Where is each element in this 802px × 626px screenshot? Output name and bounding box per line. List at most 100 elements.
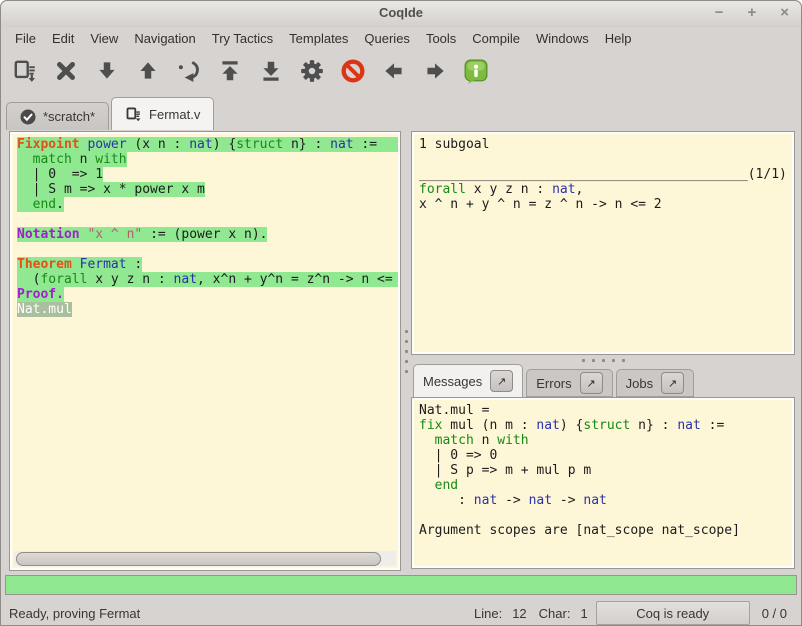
tab-label: Jobs [626, 376, 653, 391]
editor-code[interactable]: Fixpoint power (x n : nat) {struct n} : … [12, 134, 398, 317]
close-buffer-button[interactable] [52, 57, 80, 85]
detach-jobs-button[interactable]: ↗ [661, 372, 684, 394]
goto-cursor-button[interactable] [175, 57, 203, 85]
menu-navigation[interactable]: Navigation [126, 29, 203, 48]
progress-bar [5, 575, 797, 595]
info-bubble-icon [463, 58, 489, 84]
about-button[interactable] [462, 57, 490, 85]
previous-button[interactable] [380, 57, 408, 85]
coq-status-button[interactable]: Coq is ready [596, 601, 750, 625]
gear-icon [299, 58, 325, 84]
messages-tab-bar: Messages ↗ Errors ↗ Jobs ↗ [411, 365, 795, 397]
detach-icon: ↗ [668, 377, 677, 390]
code-line: fix mul (n m : nat) {struct n} : nat := [419, 418, 792, 433]
menu-compile[interactable]: Compile [464, 29, 528, 48]
next-button[interactable] [421, 57, 449, 85]
interrupt-button[interactable] [339, 57, 367, 85]
code-line: Argument scopes are [nat_scope nat_scope… [419, 523, 792, 538]
window-title: CoqIde [1, 5, 801, 20]
tab-label: Fermat.v [149, 107, 200, 122]
status-message: Ready, proving Fermat [1, 606, 140, 621]
tab-label: *scratch* [43, 109, 95, 124]
save-button[interactable] [11, 57, 39, 85]
code-line: end [419, 478, 792, 493]
char-label: Char: [539, 606, 571, 621]
detach-icon: ↗ [497, 375, 506, 388]
minimize-button[interactable]: − [715, 4, 724, 22]
tab-label: Errors [536, 376, 571, 391]
status-bar: Ready, proving Fermat Line: 12 Char: 1 C… [1, 599, 801, 626]
coqide-window: CoqIde − + × File Edit View Navigation T… [0, 0, 802, 626]
messages-pane[interactable]: Nat.mul =fix mul (n m : nat) {struct n} … [414, 400, 792, 566]
check-circle-icon [20, 109, 36, 125]
document-tab-bar: *scratch* Fermat.v [1, 93, 801, 130]
code-line [419, 152, 792, 167]
tab-messages[interactable]: Messages ↗ [413, 364, 523, 397]
code-line: | S p => m + mul p m [419, 463, 792, 478]
messages-code: Nat.mul =fix mul (n m : nat) {struct n} … [414, 400, 792, 538]
code-line: Nat.mul [17, 302, 398, 317]
detach-icon: ↗ [587, 377, 596, 390]
step-forward-button[interactable] [93, 57, 121, 85]
tab-fermat[interactable]: Fermat.v [111, 97, 214, 130]
go-to-end-button[interactable] [257, 57, 285, 85]
messages-frame: Nat.mul =fix mul (n m : nat) {struct n} … [411, 397, 795, 569]
tab-errors[interactable]: Errors ↗ [526, 369, 612, 397]
toolbar [1, 49, 801, 93]
editor-hscrollbar[interactable] [14, 551, 396, 566]
tab-jobs[interactable]: Jobs ↗ [616, 369, 694, 397]
vertical-splitter[interactable] [401, 131, 411, 571]
goto-cursor-icon [176, 58, 202, 84]
code-line: : nat -> nat -> nat [419, 493, 792, 508]
save-icon [125, 106, 142, 123]
arrow-up-icon [135, 58, 161, 84]
code-line: Fixpoint power (x n : nat) {struct n} : … [17, 137, 398, 152]
code-line: x ^ n + y ^ n = z ^ n -> n <= 2 [419, 197, 792, 212]
fully-check-button[interactable] [298, 57, 326, 85]
editor-frame: Fixpoint power (x n : nat) {struct n} : … [9, 131, 401, 571]
code-line: Nat.mul = [419, 403, 792, 418]
save-icon [12, 58, 38, 84]
menu-try-tactics[interactable]: Try Tactics [204, 29, 281, 48]
restart-button[interactable] [216, 57, 244, 85]
code-line: 1 subgoal [419, 137, 792, 152]
menu-templates[interactable]: Templates [281, 29, 356, 48]
line-value: 12 [512, 606, 526, 621]
step-backward-button[interactable] [134, 57, 162, 85]
tab-label: Messages [423, 374, 482, 389]
menu-bar: File Edit View Navigation Try Tactics Te… [1, 27, 801, 49]
code-line: ________________________________________… [419, 167, 792, 182]
close-button[interactable]: × [780, 4, 789, 22]
hscrollbar-thumb[interactable] [16, 552, 381, 566]
menu-tools[interactable]: Tools [418, 29, 464, 48]
code-line [17, 212, 398, 227]
title-bar[interactable]: CoqIde − + × [1, 1, 801, 27]
code-line: Theorem Fermat : [17, 257, 398, 272]
menu-file[interactable]: File [7, 29, 44, 48]
menu-help[interactable]: Help [597, 29, 640, 48]
code-line: match n with [419, 433, 792, 448]
coq-status-text: Coq is ready [636, 606, 709, 621]
worker-counter: 0 / 0 [762, 606, 787, 621]
code-line: Proof. [17, 287, 398, 302]
goals-code: 1 subgoal _______________________________… [414, 134, 792, 212]
code-line: | 0 => 0 [419, 448, 792, 463]
maximize-button[interactable]: + [747, 4, 756, 22]
editor-pane[interactable]: Fixpoint power (x n : nat) {struct n} : … [12, 134, 398, 568]
menu-windows[interactable]: Windows [528, 29, 597, 48]
arrow-left-icon [381, 58, 407, 84]
menu-edit[interactable]: Edit [44, 29, 82, 48]
code-line: Notation "x ^ n" := (power x n). [17, 227, 398, 242]
menu-queries[interactable]: Queries [356, 29, 418, 48]
menu-view[interactable]: View [82, 29, 126, 48]
line-label: Line: [474, 606, 502, 621]
arrow-down-icon [94, 58, 120, 84]
detach-messages-button[interactable]: ↗ [490, 370, 513, 392]
char-value: 1 [580, 606, 587, 621]
goals-pane[interactable]: 1 subgoal _______________________________… [414, 134, 792, 352]
arrow-right-icon [422, 58, 448, 84]
detach-errors-button[interactable]: ↗ [580, 372, 603, 394]
interrupt-icon [340, 58, 366, 84]
arrow-to-top-icon [217, 58, 243, 84]
tab-scratch[interactable]: *scratch* [6, 102, 109, 130]
